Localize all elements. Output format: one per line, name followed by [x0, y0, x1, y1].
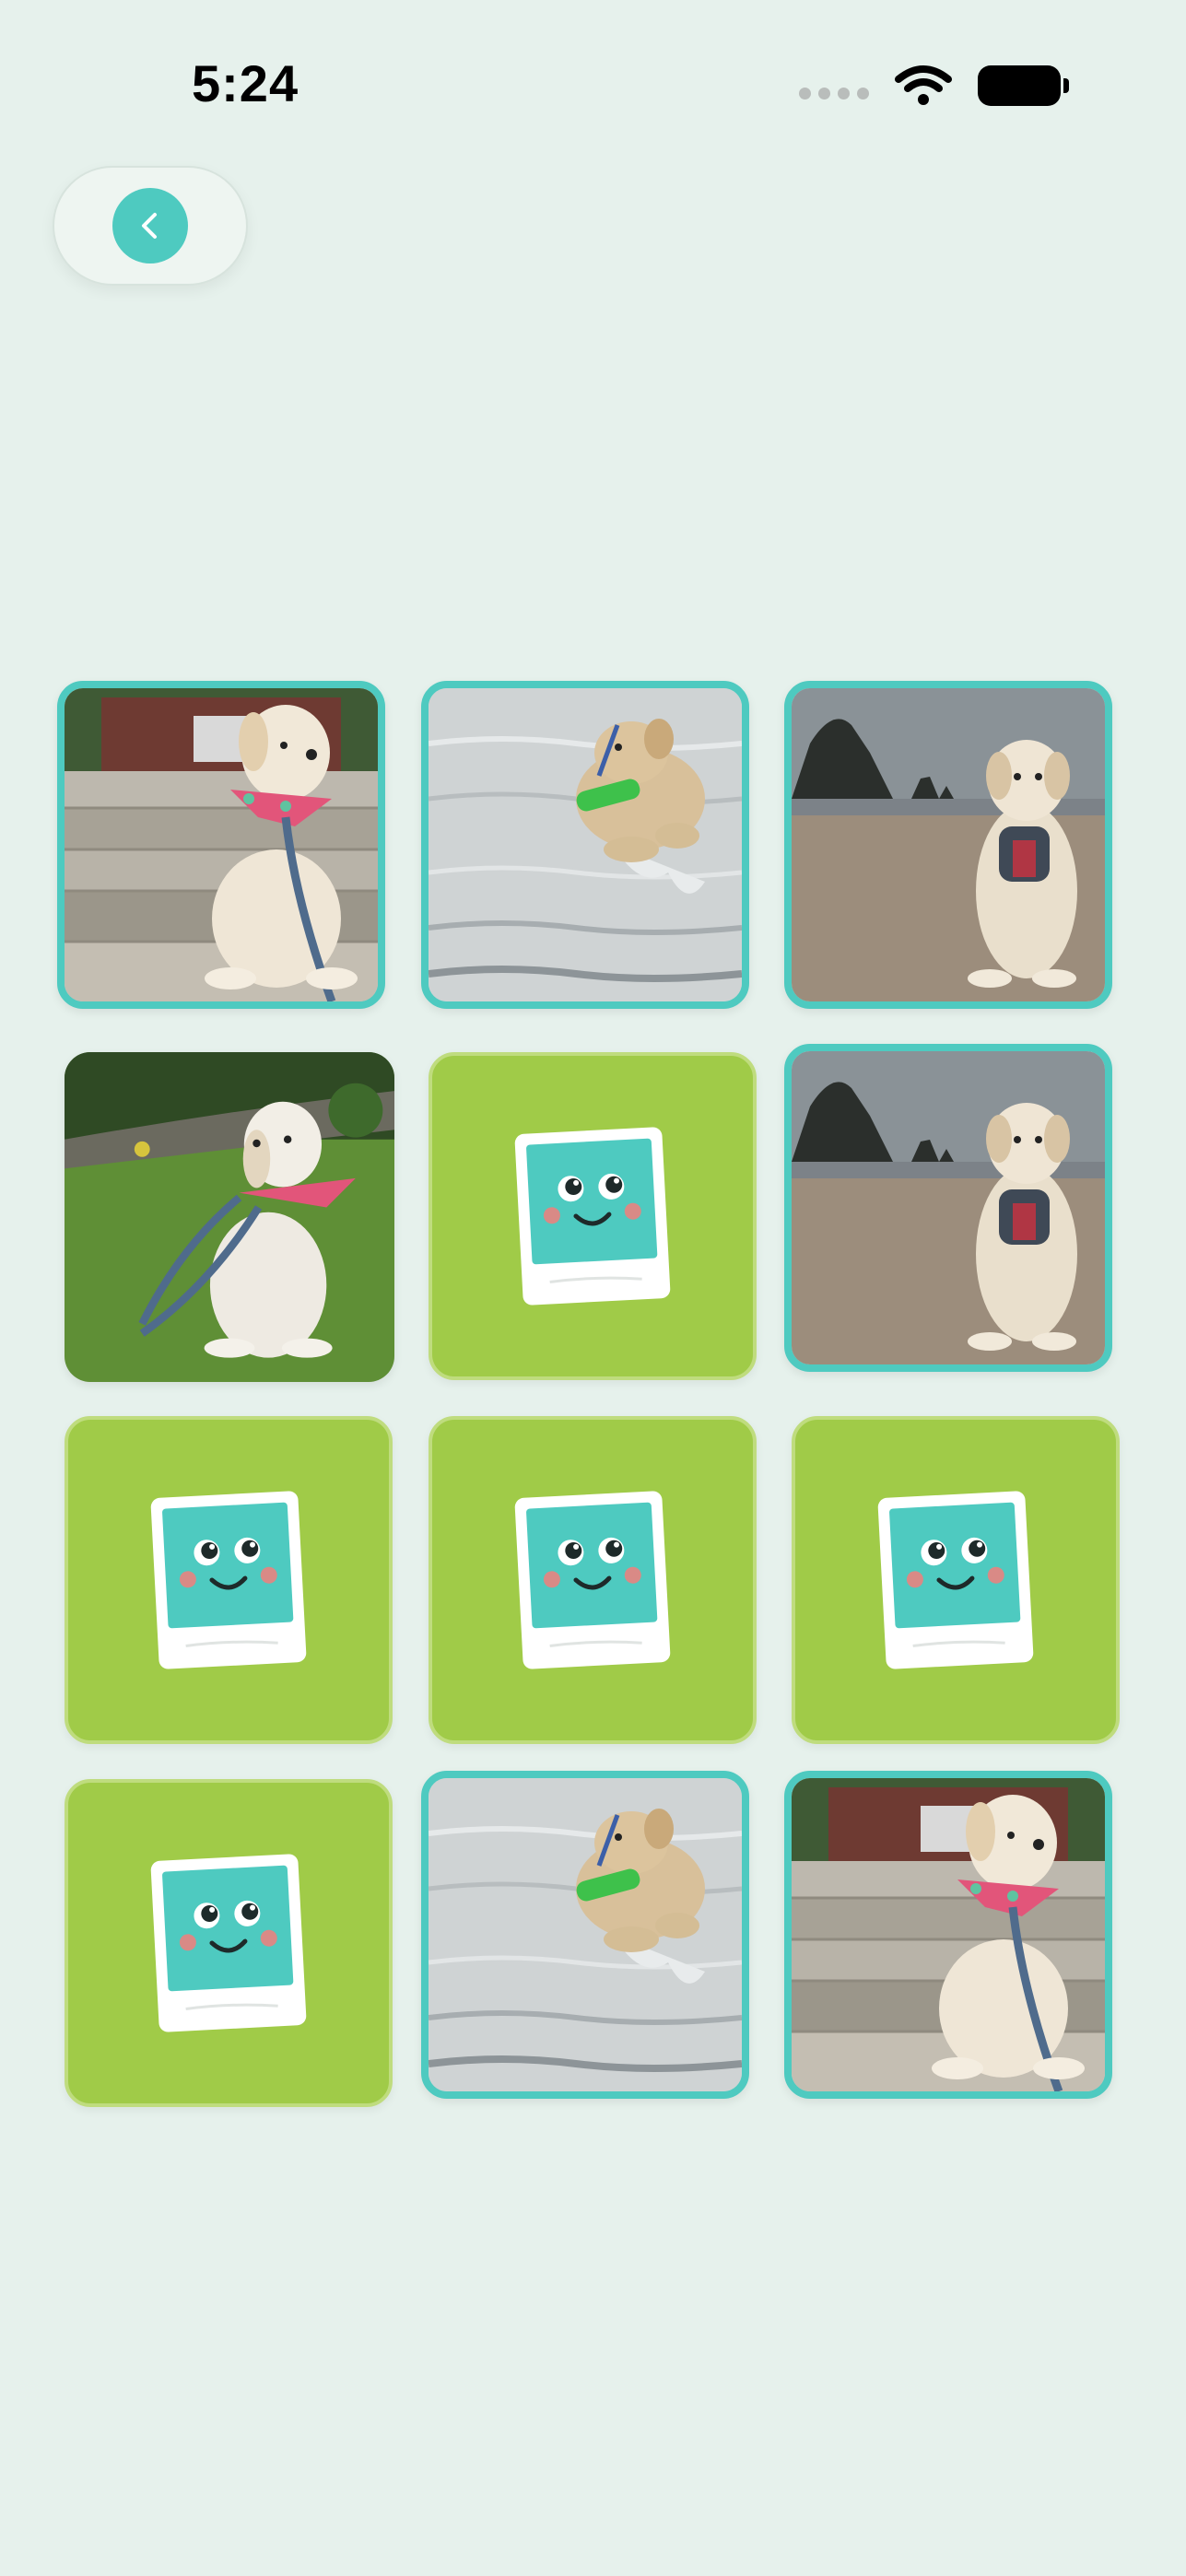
smiling-photo-mascot-icon [510, 1487, 675, 1673]
smiling-photo-mascot-icon [146, 1487, 311, 1673]
puppy-on-steps-photo [792, 1778, 1105, 2091]
memory-card-dog-on-beach[interactable] [784, 681, 1112, 1009]
memory-card-puppy-on-steps[interactable] [57, 681, 385, 1009]
memory-card-puppy-on-steps[interactable] [784, 1771, 1112, 2099]
memory-card-dog-running-in-water[interactable] [421, 1771, 749, 2099]
memory-card-face-down[interactable] [429, 1052, 757, 1380]
memory-card-face-down[interactable] [429, 1416, 757, 1744]
memory-card-dog-running-in-water[interactable] [421, 681, 749, 1009]
memory-card-grid [0, 0, 1186, 2576]
smiling-photo-mascot-icon [510, 1123, 675, 1309]
memory-card-face-down[interactable] [65, 1416, 393, 1744]
dog-running-in-water-photo [429, 1778, 742, 2091]
memory-card-puppy-on-grass[interactable] [65, 1052, 394, 1382]
smiling-photo-mascot-icon [873, 1487, 1039, 1673]
smiling-photo-mascot-icon [146, 1850, 311, 2036]
puppy-on-grass-photo [65, 1052, 394, 1382]
puppy-on-steps-photo [65, 688, 378, 1001]
memory-card-face-down[interactable] [792, 1416, 1120, 1744]
memory-card-face-down[interactable] [65, 1779, 393, 2107]
dog-running-in-water-photo [429, 688, 742, 1001]
dog-on-beach-photo [792, 1051, 1105, 1364]
memory-card-dog-on-beach[interactable] [784, 1044, 1112, 1372]
dog-on-beach-photo [792, 688, 1105, 1001]
